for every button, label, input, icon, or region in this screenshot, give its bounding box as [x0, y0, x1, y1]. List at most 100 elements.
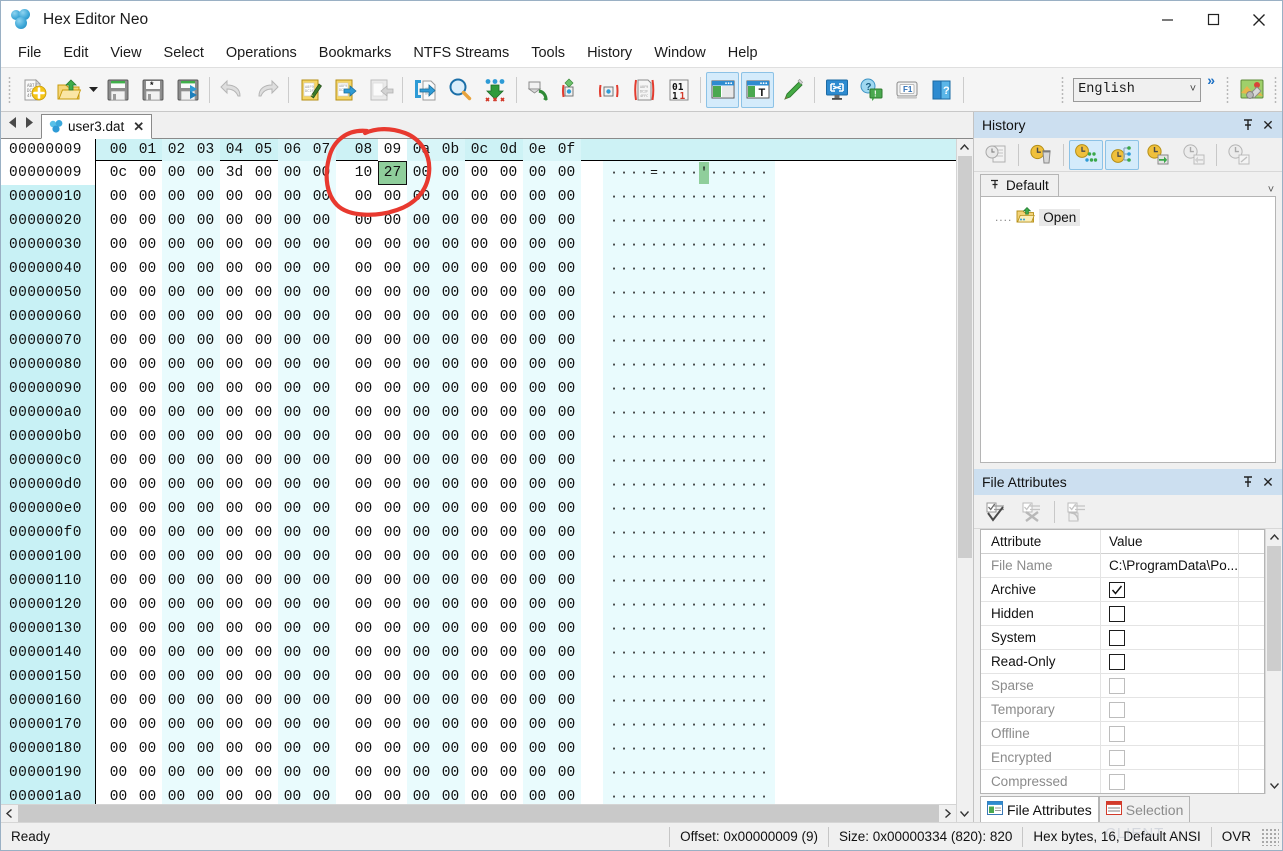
hex-column-header-03[interactable]: 03: [191, 138, 220, 161]
hex-row[interactable]: 000001a0 00 00 00 00 00 00 00 00 00 00 00 00 00 00 00 00…: [1, 785, 956, 804]
hex-byte-cell[interactable]: 00: [249, 593, 278, 617]
ascii-cell[interactable]: ·: [719, 234, 729, 256]
hex-byte-cell[interactable]: 00: [407, 233, 436, 257]
hex-byte-cell[interactable]: 00: [191, 761, 220, 785]
hex-byte-cell[interactable]: 00: [552, 689, 581, 713]
hex-byte-cell[interactable]: 00: [465, 401, 494, 425]
hex-byte-cell[interactable]: 00: [465, 737, 494, 761]
status-insert-mode[interactable]: OVR: [1212, 823, 1261, 851]
hex-byte-cell[interactable]: 00: [162, 353, 191, 377]
hex-byte-cell[interactable]: 00: [552, 569, 581, 593]
ascii-cell[interactable]: ·: [749, 186, 759, 208]
ascii-cell[interactable]: ·: [629, 666, 639, 688]
hex-byte-cell[interactable]: 00: [349, 521, 378, 545]
hex-byte-cell[interactable]: 00: [220, 569, 249, 593]
hex-row[interactable]: 00000009 0c 00 00 00 3d 00 00 00 10 27 00 00 00 00 00 00…: [1, 161, 956, 185]
ascii-cell[interactable]: ·: [709, 738, 719, 760]
hex-byte-cell[interactable]: 00: [133, 689, 162, 713]
hex-row-ascii[interactable]: · · · · · · · · · · · · · · · ·: [603, 209, 775, 233]
ascii-cell[interactable]: ·: [709, 306, 719, 328]
hex-byte-cell[interactable]: 00: [349, 593, 378, 617]
hex-row[interactable]: 00000090 00 00 00 00 00 00 00 00 00 00 00 00 00 00 00 00…: [1, 377, 956, 401]
ascii-cell[interactable]: ·: [659, 738, 669, 760]
ascii-cell[interactable]: ·: [629, 378, 639, 400]
hex-byte-cell[interactable]: 00: [133, 617, 162, 641]
hex-byte-cell[interactable]: 00: [523, 161, 552, 185]
ascii-cell[interactable]: ·: [759, 642, 769, 664]
ascii-cell[interactable]: ·: [639, 498, 649, 520]
select-range-icon[interactable]: A8F9 DC2F 4FFC: [627, 72, 660, 108]
ascii-cell[interactable]: ·: [729, 426, 739, 448]
ascii-cell[interactable]: ·: [629, 330, 639, 352]
hex-byte-cell[interactable]: 00: [407, 617, 436, 641]
ascii-cell[interactable]: ·: [639, 474, 649, 496]
hex-byte-cell[interactable]: 00: [378, 425, 407, 449]
ascii-cell[interactable]: ·: [679, 546, 689, 568]
ascii-cell[interactable]: ·: [689, 690, 699, 712]
ascii-cell[interactable]: ·: [719, 786, 729, 804]
hex-byte-cell[interactable]: 00: [307, 449, 336, 473]
hex-byte-cell[interactable]: 00: [436, 353, 465, 377]
ascii-cell[interactable]: ·: [739, 714, 749, 736]
hex-column-header-06[interactable]: 06: [278, 138, 307, 161]
ascii-cell[interactable]: ·: [719, 570, 729, 592]
hex-byte-cell[interactable]: 00: [523, 425, 552, 449]
ascii-cell[interactable]: ·: [639, 162, 649, 184]
ascii-cell[interactable]: ·: [749, 522, 759, 544]
hex-byte-cell[interactable]: 00: [249, 737, 278, 761]
hex-byte-cell[interactable]: 00: [407, 449, 436, 473]
ascii-cell[interactable]: ·: [629, 570, 639, 592]
hex-byte-cell[interactable]: 00: [523, 257, 552, 281]
ascii-cell[interactable]: ·: [639, 570, 649, 592]
hex-byte-cell[interactable]: 00: [349, 641, 378, 665]
ascii-cell[interactable]: ·: [719, 738, 729, 760]
hex-byte-cell[interactable]: 00: [378, 593, 407, 617]
ascii-cell[interactable]: ·: [659, 162, 669, 184]
hex-byte-cell[interactable]: 00: [162, 257, 191, 281]
ascii-cell[interactable]: ·: [759, 378, 769, 400]
hex-byte-cell[interactable]: 00: [494, 305, 523, 329]
ascii-cell[interactable]: ·: [729, 546, 739, 568]
history-tab-default[interactable]: Default: [979, 174, 1059, 196]
ascii-cell[interactable]: ·: [619, 282, 629, 304]
hex-byte-cell[interactable]: 00: [465, 521, 494, 545]
ascii-cell[interactable]: ·: [749, 594, 759, 616]
hex-byte-cell[interactable]: 00: [523, 665, 552, 689]
ascii-cell[interactable]: ·: [759, 714, 769, 736]
ascii-cell[interactable]: ·: [679, 522, 689, 544]
hex-byte-cell[interactable]: 00: [407, 689, 436, 713]
ascii-cell[interactable]: ·: [659, 450, 669, 472]
hex-byte-cell[interactable]: 00: [278, 689, 307, 713]
hex-byte-cell[interactable]: 00: [220, 737, 249, 761]
hex-byte-cell[interactable]: 00: [220, 593, 249, 617]
hex-byte-cell[interactable]: 00: [162, 281, 191, 305]
hex-byte-cell[interactable]: 00: [249, 569, 278, 593]
ascii-cell[interactable]: ·: [629, 498, 639, 520]
ascii-cell[interactable]: ·: [659, 426, 669, 448]
ascii-cell[interactable]: ·: [749, 234, 759, 256]
ascii-cell[interactable]: ·: [609, 642, 619, 664]
hex-byte-cell[interactable]: 00: [378, 497, 407, 521]
ascii-cell[interactable]: ·: [739, 354, 749, 376]
ascii-cell[interactable]: ·: [729, 762, 739, 784]
binary-mode-icon[interactable]: 01 1 1: [662, 72, 695, 108]
hex-byte-cell[interactable]: 00: [133, 161, 162, 185]
hex-byte-cell[interactable]: 00: [494, 713, 523, 737]
hex-byte-cell[interactable]: 00: [494, 425, 523, 449]
ascii-cell[interactable]: ·: [669, 234, 679, 256]
hex-byte-cell[interactable]: 00: [552, 449, 581, 473]
ascii-cell[interactable]: ·: [609, 762, 619, 784]
hex-byte-cell[interactable]: 00: [494, 233, 523, 257]
menu-tools[interactable]: Tools: [520, 40, 576, 66]
ascii-cell[interactable]: ·: [749, 162, 759, 184]
hex-byte-cell[interactable]: 00: [523, 689, 552, 713]
ascii-cell[interactable]: ·: [719, 402, 729, 424]
ascii-cell[interactable]: ·: [629, 306, 639, 328]
ascii-cell[interactable]: ·: [639, 738, 649, 760]
ascii-cell[interactable]: ·: [689, 258, 699, 280]
ascii-cell[interactable]: ·: [739, 762, 749, 784]
ascii-cell[interactable]: ·: [609, 786, 619, 804]
ascii-cell[interactable]: ·: [619, 186, 629, 208]
hex-byte-cell[interactable]: 00: [104, 377, 133, 401]
attribute-value[interactable]: [1101, 605, 1238, 622]
